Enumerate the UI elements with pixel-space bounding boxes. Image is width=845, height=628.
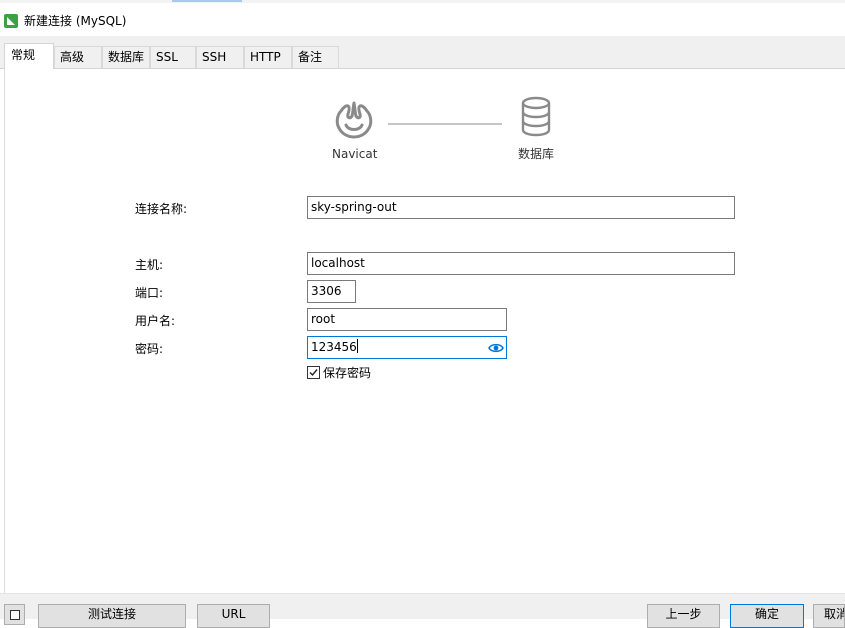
tab-ssl[interactable]: SSL [150,46,196,68]
password-value: 123456 [311,340,357,354]
navicat-caption: Navicat [332,147,378,161]
navicat-app-icon [4,14,18,28]
text-caret [356,339,358,353]
cancel-button[interactable]: 取消 [813,604,845,628]
port-label: 端口: [135,286,164,300]
username-label: 用户名: [135,314,176,328]
footer-panel-toggle-icon[interactable] [4,604,25,625]
tab-bar: 常规 高级 数据库 SSL SSH HTTP 备注 [0,36,845,69]
checkmark-icon [309,369,318,377]
ok-button[interactable]: 确定 [730,604,804,628]
connection-name-label: 连接名称: [135,202,188,216]
tab-databases[interactable]: 数据库 [102,46,150,68]
tab-notes[interactable]: 备注 [292,46,339,68]
save-password-checkbox[interactable] [307,366,320,379]
url-button[interactable]: URL [197,604,270,628]
connection-name-input[interactable]: sky-spring-out [307,196,735,219]
previous-button[interactable]: 上一步 [647,604,720,628]
navicat-logo-icon [335,101,373,139]
username-input[interactable]: root [307,308,507,331]
tab-advanced[interactable]: 高级 [54,46,102,68]
database-caption: 数据库 [518,147,555,161]
window-title: 新建连接 (MySQL) [24,14,127,28]
password-label: 密码: [135,342,164,356]
title-bar: 新建连接 (MySQL) [0,3,845,36]
save-password-label: 保存密码 [323,366,372,380]
host-label: 主机: [135,258,164,272]
host-input[interactable]: localhost [307,252,735,275]
connection-line [388,123,502,125]
test-connection-button[interactable]: 测试连接 [38,604,186,628]
tab-ssh[interactable]: SSH [196,46,244,68]
tab-http[interactable]: HTTP [244,46,292,68]
tab-general[interactable]: 常规 [4,43,54,69]
show-password-eye-icon[interactable] [488,341,504,355]
port-input[interactable]: 3306 [307,280,356,303]
database-icon [521,96,551,137]
password-input[interactable]: 123456 [307,336,507,359]
